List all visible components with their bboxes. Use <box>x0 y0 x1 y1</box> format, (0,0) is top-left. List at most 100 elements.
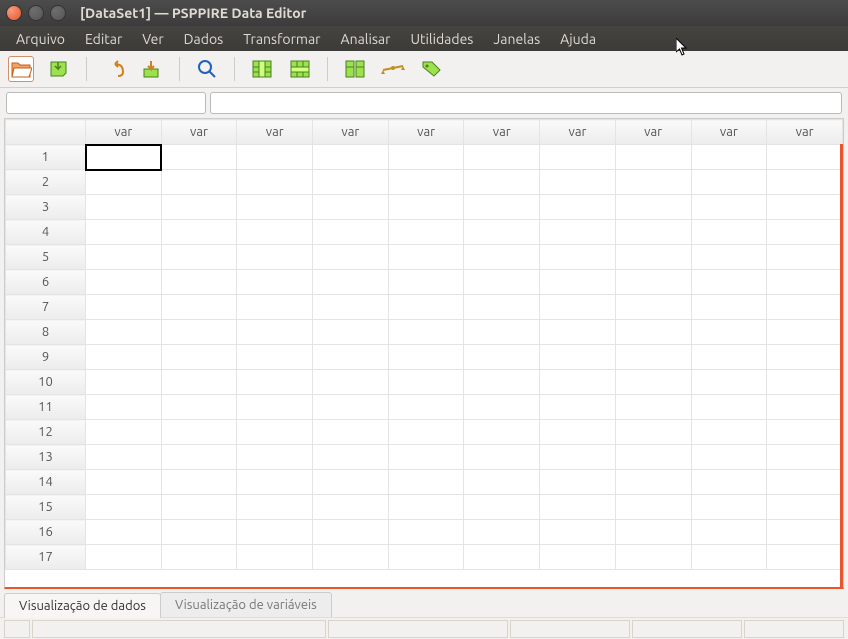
insert-case-button[interactable] <box>287 56 313 82</box>
data-cell[interactable] <box>161 520 237 545</box>
data-cell[interactable] <box>313 320 389 345</box>
row-header[interactable]: 2 <box>6 170 86 195</box>
data-cell[interactable] <box>615 545 691 570</box>
data-cell[interactable] <box>161 170 237 195</box>
data-cell[interactable] <box>767 470 843 495</box>
data-cell[interactable] <box>86 420 162 445</box>
data-cell[interactable] <box>161 545 237 570</box>
data-cell[interactable] <box>464 295 540 320</box>
row-header[interactable]: 13 <box>6 445 86 470</box>
weight-cases-button[interactable] <box>380 56 406 82</box>
data-cell[interactable] <box>161 370 237 395</box>
data-cell[interactable] <box>767 395 843 420</box>
row-header[interactable]: 16 <box>6 520 86 545</box>
menu-arquivo[interactable]: Arquivo <box>6 27 75 51</box>
data-cell[interactable] <box>540 270 616 295</box>
data-cell[interactable] <box>464 170 540 195</box>
data-cell[interactable] <box>388 270 464 295</box>
data-cell[interactable] <box>161 245 237 270</box>
menu-utilidades[interactable]: Utilidades <box>400 27 483 51</box>
data-cell[interactable] <box>540 545 616 570</box>
menu-editar[interactable]: Editar <box>75 27 132 51</box>
row-header[interactable]: 12 <box>6 420 86 445</box>
data-cell[interactable] <box>767 545 843 570</box>
data-cell[interactable] <box>388 345 464 370</box>
data-cell[interactable] <box>540 320 616 345</box>
data-cell[interactable] <box>615 220 691 245</box>
column-header[interactable]: var <box>464 120 540 145</box>
data-cell[interactable] <box>464 320 540 345</box>
row-header[interactable]: 15 <box>6 495 86 520</box>
data-table[interactable]: varvarvarvarvarvarvarvarvarvar1234567891… <box>5 119 843 570</box>
data-cell[interactable] <box>615 320 691 345</box>
data-cell[interactable] <box>313 470 389 495</box>
data-cell[interactable] <box>86 170 162 195</box>
row-header[interactable]: 9 <box>6 345 86 370</box>
data-cell[interactable] <box>615 295 691 320</box>
menu-dados[interactable]: Dados <box>174 27 234 51</box>
data-cell[interactable] <box>237 395 313 420</box>
data-cell[interactable] <box>237 195 313 220</box>
row-header[interactable]: 11 <box>6 395 86 420</box>
data-cell[interactable] <box>615 520 691 545</box>
data-cell[interactable] <box>313 370 389 395</box>
column-header[interactable]: var <box>767 120 843 145</box>
data-cell[interactable] <box>86 545 162 570</box>
data-cell[interactable] <box>767 195 843 220</box>
row-header[interactable]: 7 <box>6 295 86 320</box>
data-cell[interactable] <box>464 520 540 545</box>
goto-button[interactable] <box>139 56 165 82</box>
data-cell[interactable] <box>237 170 313 195</box>
data-cell[interactable] <box>237 445 313 470</box>
column-header[interactable]: var <box>237 120 313 145</box>
data-cell[interactable] <box>691 445 767 470</box>
data-cell[interactable] <box>313 395 389 420</box>
data-cell[interactable] <box>464 345 540 370</box>
data-cell[interactable] <box>388 495 464 520</box>
data-cell[interactable] <box>767 320 843 345</box>
data-cell[interactable] <box>388 370 464 395</box>
data-cell[interactable] <box>313 145 389 170</box>
data-cell[interactable] <box>767 295 843 320</box>
corner-header[interactable] <box>6 120 86 145</box>
data-cell[interactable] <box>691 370 767 395</box>
data-cell[interactable] <box>161 145 237 170</box>
data-cell[interactable] <box>464 395 540 420</box>
data-cell[interactable] <box>615 245 691 270</box>
data-cell[interactable] <box>237 270 313 295</box>
data-cell[interactable] <box>691 170 767 195</box>
menu-ver[interactable]: Ver <box>132 27 173 51</box>
data-cell[interactable] <box>388 220 464 245</box>
data-cell[interactable] <box>388 470 464 495</box>
row-header[interactable]: 1 <box>6 145 86 170</box>
menu-transformar[interactable]: Transformar <box>233 27 330 51</box>
data-cell[interactable] <box>161 195 237 220</box>
column-header[interactable]: var <box>388 120 464 145</box>
tab-variable-view[interactable]: Visualização de variáveis <box>160 592 332 617</box>
minimize-icon[interactable] <box>28 5 44 21</box>
data-cell[interactable] <box>691 245 767 270</box>
data-cell[interactable] <box>691 145 767 170</box>
data-cell[interactable] <box>464 420 540 445</box>
menu-analisar[interactable]: Analisar <box>331 27 401 51</box>
data-cell[interactable] <box>615 170 691 195</box>
insert-variable-button[interactable] <box>249 56 275 82</box>
data-cell[interactable] <box>313 220 389 245</box>
data-cell[interactable] <box>161 220 237 245</box>
data-cell[interactable] <box>464 445 540 470</box>
data-cell[interactable] <box>540 145 616 170</box>
data-cell[interactable] <box>86 295 162 320</box>
data-cell[interactable] <box>767 420 843 445</box>
data-cell[interactable] <box>691 195 767 220</box>
data-cell[interactable] <box>86 245 162 270</box>
data-cell[interactable] <box>161 395 237 420</box>
data-cell[interactable] <box>540 470 616 495</box>
column-header[interactable]: var <box>86 120 162 145</box>
data-cell[interactable] <box>237 345 313 370</box>
data-cell[interactable] <box>86 470 162 495</box>
data-cell[interactable] <box>237 370 313 395</box>
row-header[interactable]: 5 <box>6 245 86 270</box>
data-cell[interactable] <box>388 545 464 570</box>
data-cell[interactable] <box>388 320 464 345</box>
data-cell[interactable] <box>464 370 540 395</box>
